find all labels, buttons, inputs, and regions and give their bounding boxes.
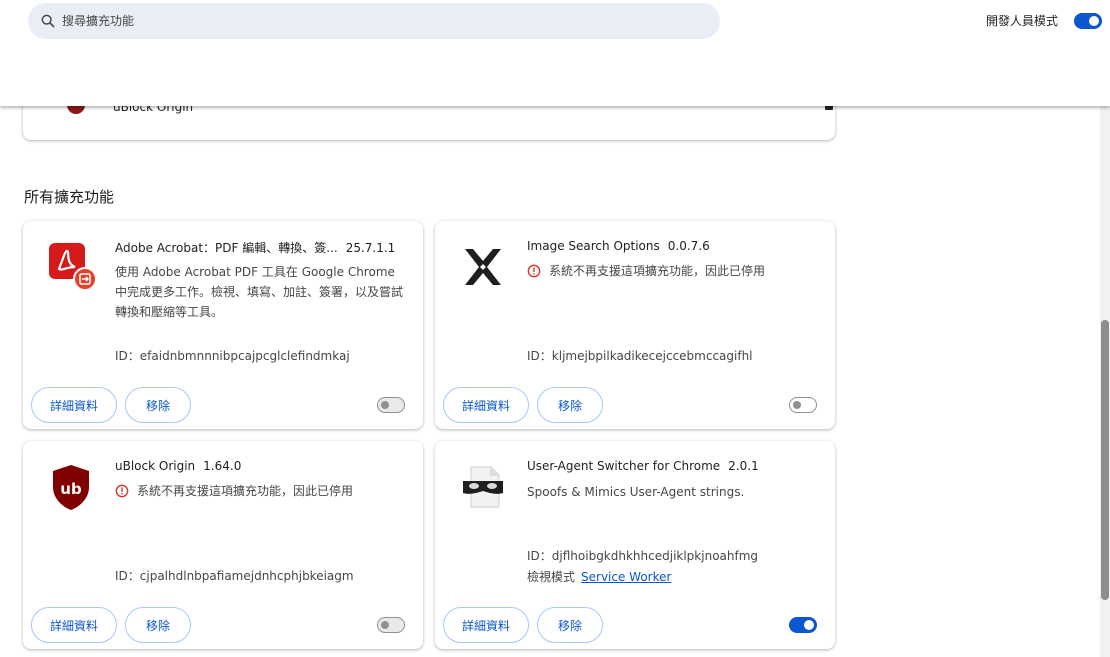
extension-warning: 系統不再支援這項擴充功能，因此已停用 bbox=[115, 482, 353, 499]
inspect-views: 檢視模式 Service Worker bbox=[527, 568, 671, 585]
remove-button[interactable]: 移除 bbox=[125, 607, 191, 643]
developer-mode: 開發人員模式 bbox=[986, 12, 1102, 29]
warning-text: 系統不再支援這項擴充功能，因此已停用 bbox=[549, 264, 766, 278]
error-icon bbox=[115, 484, 129, 497]
search-bar[interactable] bbox=[28, 3, 720, 39]
extension-warning: 系統不再支援這項擴充功能，因此已停用 bbox=[527, 262, 765, 279]
extension-toggle[interactable] bbox=[789, 617, 817, 633]
scrollbar-thumb[interactable] bbox=[1101, 320, 1109, 600]
details-button[interactable]: 詳細資料 bbox=[31, 607, 117, 643]
warning-text: 系統不再支援這項擴充功能，因此已停用 bbox=[137, 484, 354, 498]
remove-button[interactable]: 移除 bbox=[125, 387, 191, 423]
extension-name: Image Search Options 0.0.7.6 bbox=[527, 239, 710, 253]
extension-card-adobe-acrobat: Adobe Acrobat：PDF 編輯、轉換、簽... 25.7.1.1 使用 … bbox=[23, 221, 423, 429]
ublock-origin-icon: ub bbox=[53, 465, 89, 510]
extension-toggle[interactable] bbox=[789, 397, 817, 413]
extension-version: 1.64.0 bbox=[203, 459, 242, 473]
svg-text:ub: ub bbox=[60, 480, 82, 498]
extension-description: Spoofs & Mimics User-Agent strings. bbox=[527, 485, 745, 499]
image-search-options-icon bbox=[465, 249, 501, 285]
extension-toggle[interactable] bbox=[377, 617, 405, 633]
extension-version: 0.0.7.6 bbox=[667, 239, 710, 253]
details-button[interactable]: 詳細資料 bbox=[31, 387, 117, 423]
details-button[interactable]: 詳細資料 bbox=[443, 607, 529, 643]
extension-version: 2.0.1 bbox=[728, 459, 759, 473]
extension-name: User-Agent Switcher for Chrome 2.0.1 bbox=[527, 459, 759, 473]
extension-name: Adobe Acrobat：PDF 編輯、轉換、簽... 25.7.1.1 bbox=[115, 241, 396, 255]
search-icon bbox=[41, 14, 55, 28]
extension-card-user-agent-switcher: User-Agent Switcher for Chrome 2.0.1 Spoo… bbox=[435, 441, 835, 649]
adobe-acrobat-icon bbox=[49, 243, 95, 291]
toolbar: 開發人員模式 bbox=[0, 0, 1110, 106]
extension-version: 25.7.1.1 bbox=[345, 241, 396, 255]
developer-mode-toggle[interactable] bbox=[1074, 12, 1102, 29]
extension-toggle[interactable] bbox=[377, 397, 405, 413]
extension-id: ID：kljmejbpilkadikecejccebmccagifhl bbox=[527, 349, 753, 363]
section-title: 所有擴充功能 bbox=[24, 188, 115, 206]
extension-name: uBlock Origin 1.64.0 bbox=[115, 459, 242, 473]
remove-button[interactable]: 移除 bbox=[537, 607, 603, 643]
extension-card-ublock-origin: ub uBlock Origin 1.64.0 系統不再支援這項擴充功能，因此已停… bbox=[23, 441, 423, 649]
remove-button[interactable]: 移除 bbox=[537, 387, 603, 423]
developer-mode-label: 開發人員模式 bbox=[985, 14, 1058, 28]
extension-card-image-search-options: Image Search Options 0.0.7.6 系統不再支援這項擴充功能… bbox=[435, 221, 835, 429]
extension-id: ID：djflhoibgkdhkhhcedjiklpkjnoahfmg bbox=[527, 549, 759, 563]
search-input[interactable] bbox=[62, 14, 662, 28]
extension-description: 使用 Adobe Acrobat PDF 工具在 Google Chrome 中… bbox=[115, 265, 404, 319]
extension-id: ID：cjpalhdlnbpafiamejdnhcphjbkeiagm bbox=[115, 569, 354, 583]
scrollbar[interactable] bbox=[1100, 106, 1110, 657]
user-agent-switcher-icon bbox=[463, 466, 503, 508]
extension-id: ID：efaidnbmnnnibpcajpcglclefindmkaj bbox=[115, 349, 350, 363]
error-icon bbox=[527, 264, 541, 277]
service-worker-link[interactable]: Service Worker bbox=[581, 570, 671, 584]
inspect-views-label: 檢視模式 bbox=[527, 570, 576, 584]
details-button[interactable]: 詳細資料 bbox=[443, 387, 529, 423]
